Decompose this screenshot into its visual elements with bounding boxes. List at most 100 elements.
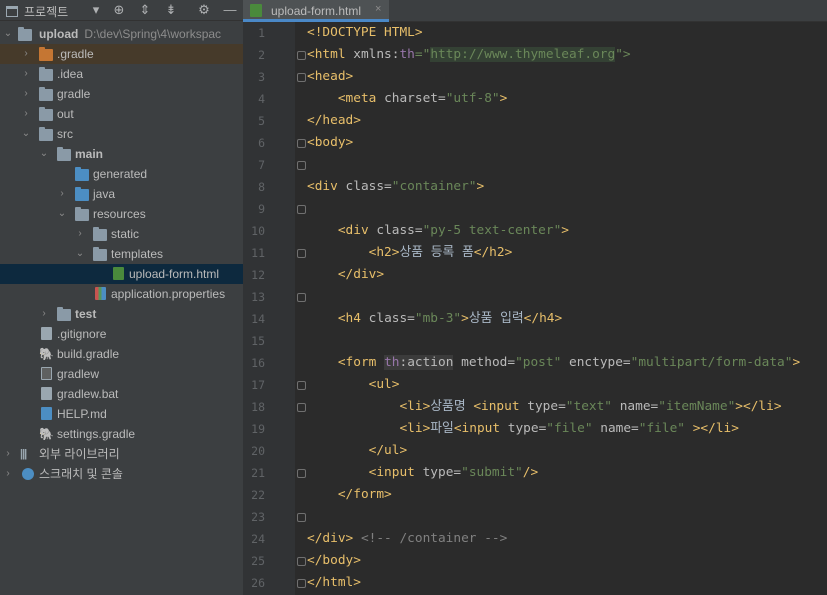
tag-token: <div [307,179,346,194]
chevron-right-icon[interactable]: › [20,64,32,84]
tree-item-src[interactable]: ⌄ src [0,124,243,144]
chevron-down-icon[interactable]: ⌄ [56,204,68,224]
tree-item-out[interactable]: › out [0,104,243,124]
fold-marker-icon[interactable] [297,557,306,566]
folder-icon [93,247,107,261]
tab-upload-form-html[interactable]: upload-form.html × [243,0,389,22]
fold-marker-icon[interactable] [297,249,306,258]
folder-icon [57,307,71,321]
locate-icon[interactable]: ⊕ [111,2,127,18]
tree-item-upload[interactable]: ⌄ upload D:\dev\Spring\4\workspac [0,24,243,44]
chevron-right-icon[interactable]: › [2,464,14,484]
tree-item-scratches[interactable]: › 스크래치 및 콘솔 [0,464,243,484]
line-number: 23 [251,510,265,524]
chevron-right-icon[interactable]: › [20,44,32,64]
tree-item-label: generated [93,167,148,181]
tag-token: </form> [337,487,392,502]
tree-item-gradle[interactable]: › gradle [0,84,243,104]
line-number: 9 [258,202,265,216]
code-line-1: <!DOCTYPE HTML> [307,22,423,44]
chevron-right-icon[interactable]: › [74,224,86,244]
tree-item-templates[interactable]: ⌄ templates [0,244,243,264]
namespace-token: th [399,47,415,62]
line-number: 15 [251,334,265,348]
chevron-right-icon[interactable]: › [20,104,32,124]
libraries-icon: ||| [20,448,27,460]
tree-item-label: .idea [57,67,84,81]
chevron-right-icon[interactable]: › [2,444,14,464]
tree-item-application-properties[interactable]: application.properties [0,284,243,304]
resources-folder-icon [75,207,89,221]
fold-marker-icon[interactable] [297,293,306,302]
fold-marker-icon[interactable] [297,579,306,588]
tree-item-label: resources [93,207,146,221]
fold-marker-icon[interactable] [297,205,306,214]
html-file-icon [250,4,262,17]
tree-item-upload-form-html[interactable]: upload-form.html [0,264,243,284]
code-line-6: <body> [307,132,353,154]
tree-item-settings-gradle[interactable]: 🐘 settings.gradle [0,424,243,444]
line-number: 19 [251,422,265,436]
attr-token: type= [507,421,547,436]
chevron-right-icon[interactable]: › [56,184,68,204]
text-token: 상품 입력 [468,311,524,326]
tree-item-idea[interactable]: › .idea [0,64,243,84]
collapse-all-icon[interactable]: ⇟ [163,2,179,18]
gear-icon[interactable]: ⚙ [196,2,212,18]
fold-marker-icon[interactable] [297,403,306,412]
attr-token: type= [422,465,462,480]
tag-token: > [561,223,569,238]
fold-marker-icon[interactable] [297,513,306,522]
gradle-elephant-icon: 🐘 [39,427,54,441]
tag-token: <ul> [368,377,400,392]
tree-item-static[interactable]: › static [0,224,243,244]
tree-item-main[interactable]: ⌄ main [0,144,243,164]
chevron-down-icon[interactable]: ⌄ [38,144,50,164]
chevron-down-icon[interactable]: ▾ [88,2,104,18]
fold-marker-icon[interactable] [297,381,306,390]
project-toolbar: 프로젝트 ▾ ⊕ ⇕ ⇟ ⚙ — [0,0,243,21]
editor: upload-form.html × 1 2 3 4 5 6 7 8 9 10 … [243,0,827,595]
tree-item-gradle-cache[interactable]: › .gradle [0,44,243,64]
tree-item-build-gradle[interactable]: 🐘 build.gradle [0,344,243,364]
tree-item-gradlew[interactable]: gradlew [0,364,243,384]
code-line-21: <input type="submit"/> [307,462,539,484]
markdown-file-icon [41,407,52,420]
tree-item-test[interactable]: › test [0,304,243,324]
close-icon[interactable]: × [375,3,381,15]
chevron-down-icon[interactable]: ⌄ [74,244,86,264]
fold-marker-icon[interactable] [297,139,306,148]
chevron-right-icon[interactable]: › [20,84,32,104]
tree-item-label: .gradle [57,47,94,61]
tag-token: <input [368,465,423,480]
tree-item-label: src [57,127,73,141]
tree-item-generated[interactable]: generated [0,164,243,184]
chevron-right-icon[interactable]: › [38,304,50,324]
tree-item-label: upload-form.html [129,267,220,281]
tree-item-gradlew-bat[interactable]: gradlew.bat [0,384,243,404]
url-token[interactable]: http://www.thymeleaf.org [430,47,616,62]
fold-marker-icon[interactable] [297,51,306,60]
fold-marker-icon[interactable] [297,161,306,170]
attr-token: class= [376,223,423,238]
code-area[interactable]: <!DOCTYPE HTML> <html xmlns:th="http://w… [295,22,827,595]
project-view-selector[interactable]: 프로젝트 [6,3,68,20]
line-number: 22 [251,488,265,502]
tag-token: <body> [307,135,354,150]
tree-item-resources[interactable]: ⌄ resources [0,204,243,224]
tree-item-gitignore[interactable]: .gitignore [0,324,243,344]
tree-item-external-libraries[interactable]: › ||| 외부 라이브러리 [0,444,243,464]
project-title: 프로젝트 [24,5,69,19]
tree-item-java[interactable]: › java [0,184,243,204]
fold-marker-icon[interactable] [297,73,306,82]
minimize-icon[interactable]: — [222,2,238,18]
fold-marker-icon[interactable] [297,469,306,478]
line-number: 3 [258,70,265,84]
tree-item-help-md[interactable]: HELP.md [0,404,243,424]
code-line-17: <ul> [307,374,400,396]
value-token: =" [414,47,431,62]
value-token: "utf-8" [445,91,500,106]
expand-all-icon[interactable]: ⇕ [137,2,153,18]
chevron-down-icon[interactable]: ⌄ [20,124,32,144]
chevron-down-icon[interactable]: ⌄ [2,24,14,44]
